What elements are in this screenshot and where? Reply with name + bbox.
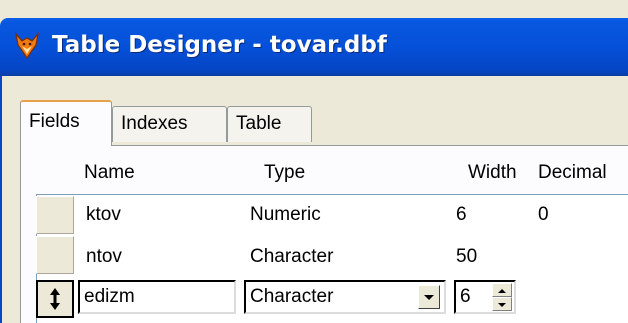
field-type-select[interactable]: Character: [244, 280, 446, 314]
field-width-cell[interactable]: 50: [456, 246, 477, 268]
field-name-cell[interactable]: ktov: [86, 204, 121, 226]
tab-indexes[interactable]: Indexes: [112, 106, 227, 142]
spinner-down-button[interactable]: [492, 297, 512, 311]
tab-fields[interactable]: Fields: [20, 100, 112, 146]
foxpro-fox-icon: [15, 32, 39, 60]
row-selector[interactable]: [36, 196, 74, 234]
title-bar[interactable]: Table Designer - tovar.dbf: [0, 18, 628, 76]
column-header-name: Name: [84, 162, 135, 183]
arrow-down-icon: [498, 303, 506, 307]
field-type-cell[interactable]: Character: [250, 246, 333, 268]
field-type-cell[interactable]: Numeric: [250, 204, 321, 226]
column-header-width: Width: [468, 162, 517, 183]
field-name-cell[interactable]: ntov: [86, 246, 122, 268]
row-move-handle[interactable]: [36, 280, 74, 318]
spinner-up-button[interactable]: [492, 283, 512, 297]
move-updown-icon: [50, 288, 60, 310]
field-decimal-cell[interactable]: 0: [538, 204, 549, 226]
type-dropdown-button[interactable]: [418, 285, 440, 309]
field-width-cell[interactable]: 6: [456, 204, 467, 226]
field-name-input[interactable]: edizm: [78, 280, 236, 314]
tab-table[interactable]: Table: [227, 106, 312, 142]
window-title: Table Designer - tovar.dbf: [52, 32, 387, 58]
row-selector[interactable]: [36, 236, 74, 274]
chevron-down-icon: [424, 295, 434, 300]
arrow-up-icon: [498, 289, 506, 293]
table-designer-window: Table Designer - tovar.dbf Fields Indexe…: [0, 0, 628, 323]
column-header-type: Type: [264, 162, 306, 183]
column-header-decimal: Decimal: [538, 162, 607, 183]
